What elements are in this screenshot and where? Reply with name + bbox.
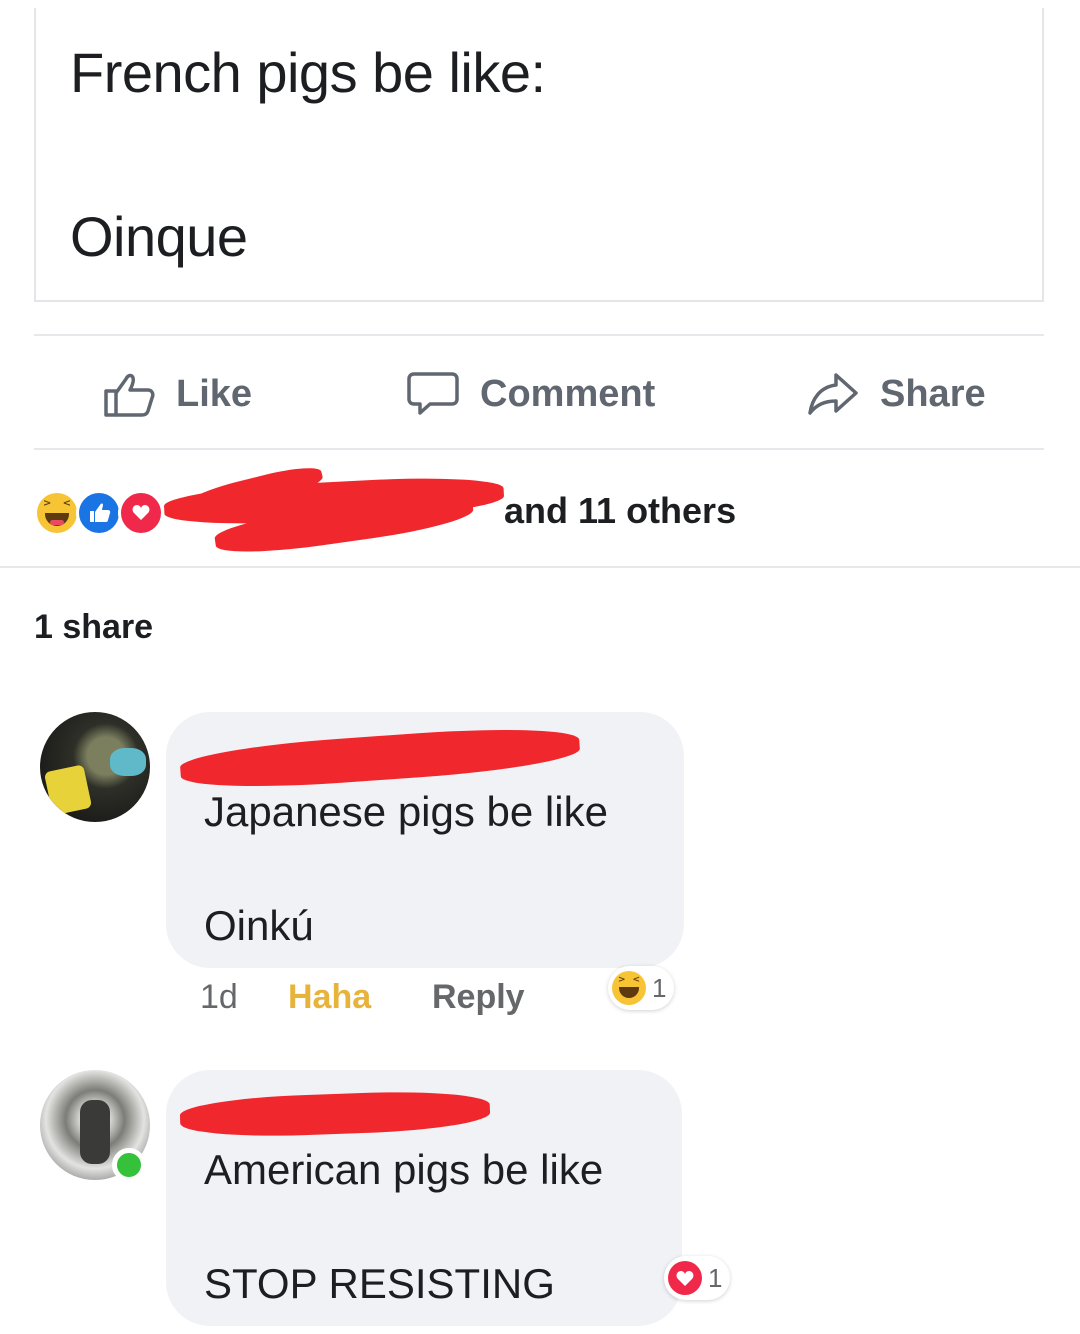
love-icon (118, 490, 164, 536)
thumbs-up-icon (104, 373, 155, 417)
comment-reaction-count[interactable]: 1 (664, 1256, 731, 1300)
like-button[interactable]: Like (102, 366, 252, 422)
comment-label: Comment (480, 372, 656, 415)
commenter-name-redaction (178, 722, 582, 794)
comment-reply-button[interactable]: Reply (432, 978, 525, 1017)
like-icon (76, 490, 122, 536)
comment-text-line-1: American pigs be like (204, 1146, 604, 1193)
online-status-dot (112, 1148, 146, 1182)
post-text-line-1: French pigs be like: (70, 41, 546, 104)
reactions-others-text: and 11 others (504, 490, 737, 531)
comment-button[interactable]: Comment (406, 366, 655, 422)
comment-bubble: Japanese pigs be like Oinkú (166, 712, 684, 968)
share-button[interactable]: Share (806, 366, 986, 422)
comment-bubble: American pigs be like STOP RESISTING (166, 1070, 682, 1326)
reaction-count-number: 1 (652, 972, 667, 1003)
comment-haha-button[interactable]: Haha (288, 978, 371, 1017)
share-count[interactable]: 1 share (34, 608, 153, 647)
reactions-divider (0, 566, 1080, 568)
comment-text-line-2: Oinkú (204, 902, 314, 949)
comment-timestamp[interactable]: 1d (200, 978, 238, 1017)
comment-bubble-icon (407, 372, 459, 415)
love-icon (668, 1261, 702, 1295)
reactions-summary[interactable]: > < and 11 others (34, 461, 794, 560)
post-text-box: French pigs be like: Oinque (34, 8, 1044, 302)
commenter-name-redaction (179, 1088, 491, 1140)
comment-reaction-count[interactable]: > < 1 (608, 966, 675, 1010)
haha-icon: > < (34, 490, 80, 536)
reaction-count-number: 1 (708, 1262, 723, 1293)
commenter-avatar[interactable] (40, 712, 150, 822)
haha-icon: > < (612, 971, 646, 1005)
action-bar-bottom-divider (34, 448, 1044, 450)
share-label: Share (880, 372, 986, 415)
share-arrow-icon (808, 373, 858, 415)
post-text-line-2: Oinque (70, 205, 248, 268)
like-label: Like (176, 372, 253, 415)
comment-text-line-1: Japanese pigs be like (204, 788, 608, 835)
commenter-avatar[interactable] (40, 1070, 150, 1182)
comment-text-line-2: STOP RESISTING (204, 1260, 555, 1307)
action-bar-top-divider (34, 334, 1044, 336)
